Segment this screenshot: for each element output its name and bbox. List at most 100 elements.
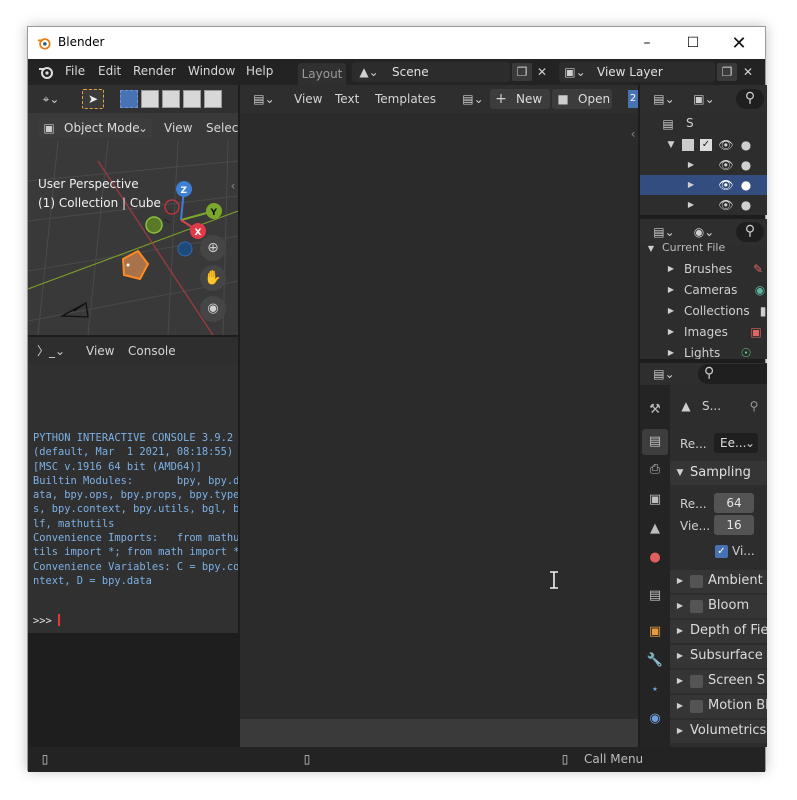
select-invert-icon[interactable] xyxy=(183,90,201,108)
outliner-editor-icon[interactable]: ▤⌄ xyxy=(648,223,680,241)
properties-editor-icon[interactable]: ▤⌄ xyxy=(648,365,680,383)
expand-icon[interactable]: ▶ xyxy=(666,302,676,320)
close-button[interactable]: ✕ xyxy=(716,27,762,59)
select-subtract-icon[interactable] xyxy=(162,90,180,108)
open-text-button[interactable]: ■ Open xyxy=(552,89,612,109)
eye-icon[interactable]: 👁 xyxy=(718,136,734,154)
properties-search-icon[interactable]: ⚲ xyxy=(698,364,767,384)
properties-panel-header[interactable]: ▶ Bloom xyxy=(670,595,767,618)
select-intersect-icon[interactable] xyxy=(204,90,222,108)
tool-tab-icon[interactable]: ⚒ xyxy=(642,397,668,423)
expand-icon[interactable]: ▼ xyxy=(646,240,656,258)
search-icon[interactable]: ⚲ xyxy=(736,222,764,242)
properties-panel-header[interactable]: ▶ Subsurface xyxy=(670,645,767,668)
console-prompt[interactable]: >>> xyxy=(33,614,60,627)
scene-selector[interactable]: ▲⌄ Scene xyxy=(352,62,510,82)
scene-tab-icon[interactable]: ▲ xyxy=(642,516,668,542)
camera-icon[interactable]: ● xyxy=(738,196,754,214)
sidebar-toggle-icon[interactable]: ‹ xyxy=(228,177,238,195)
camera-icon[interactable]: ● xyxy=(738,136,754,154)
search-icon[interactable]: ⚲ xyxy=(736,89,764,109)
properties-panel-header[interactable]: ▶ Screen S xyxy=(670,670,767,693)
particles-tab-icon[interactable]: ⋆ xyxy=(642,677,668,703)
output-tab-icon[interactable]: ⎙ xyxy=(642,457,668,483)
copy-scene-icon[interactable]: ❐ xyxy=(512,63,532,81)
select-tool-icon[interactable]: ➤ xyxy=(82,89,104,109)
render-tab-icon[interactable]: ▤ xyxy=(642,429,668,455)
text-editor-type-icon[interactable]: ▤⌄ xyxy=(248,90,280,108)
panel-checkbox[interactable] xyxy=(690,600,703,613)
eye-icon[interactable]: 👁 xyxy=(718,196,734,214)
properties-panel-header[interactable]: ▶ Ambient xyxy=(670,570,767,593)
expand-icon[interactable]: ▶ xyxy=(666,344,676,359)
properties-editor[interactable]: ▤⌄ ⚲ ⚒ ▤ ⎙ ▣ ▲ ● ▤ ▣ 🔧 ⋆ ◉ ▲ S... ⚲ Re..… xyxy=(640,363,767,747)
object-tab-icon[interactable]: ▣ xyxy=(642,619,668,645)
checkbox-icon[interactable]: ✓ xyxy=(700,139,712,151)
text-editor[interactable]: ▤⌄ View Text Templates ▤⌄ + New ■ Open 2… xyxy=(240,85,638,747)
properties-panel-header[interactable]: ▶ Motion Bl xyxy=(670,695,767,718)
expand-icon[interactable]: ▶ xyxy=(666,323,676,341)
properties-panel-header[interactable]: ▶ Depth of Field xyxy=(670,620,767,643)
viewport-3d[interactable]: ⌖⌄ ➤ ▣ Object Mode ⌄ View Select xyxy=(28,85,238,335)
extra-tab[interactable]: 2 xyxy=(628,90,638,108)
properties-panel-header[interactable]: ▶ Volumetrics xyxy=(670,720,767,743)
list-item[interactable]: ▶ Cameras ◉ xyxy=(640,280,767,301)
remove-view-layer-icon[interactable]: ✕ xyxy=(739,63,757,81)
text-menu-text[interactable]: Text xyxy=(335,92,359,106)
viewport-samples-field[interactable]: 16 xyxy=(714,515,754,535)
modifier-tab-icon[interactable]: 🔧 xyxy=(642,648,668,674)
viewport-denoise-checkbox[interactable]: ✓ xyxy=(715,545,728,558)
menu-render[interactable]: Render xyxy=(133,64,176,78)
viewport-menu-select[interactable]: Select xyxy=(206,121,238,135)
view-layer-selector[interactable]: ▣⌄ View Layer xyxy=(559,62,715,82)
tab-layout[interactable]: Layout xyxy=(298,63,346,85)
eye-icon[interactable]: 👁 xyxy=(718,156,734,174)
text-menu-templates[interactable]: Templates xyxy=(375,92,436,106)
outliner[interactable]: ▤⌄ ▣⌄ ⚲ ▤ S ▼ ✓ 👁 ● ▶ 👁 ● ▶ 👁 ● ▶ 👁 ● xyxy=(640,85,767,215)
render-samples-field[interactable]: 64 xyxy=(714,493,754,513)
blender-menu-icon[interactable] xyxy=(38,64,54,80)
menu-help[interactable]: Help xyxy=(246,64,273,78)
list-item[interactable]: ▶ Brushes ✎ xyxy=(640,259,767,280)
copy-view-layer-icon[interactable]: ❐ xyxy=(717,63,737,81)
outliner-row[interactable]: ▶ 👁 ● xyxy=(640,195,767,215)
panel-checkbox[interactable] xyxy=(690,575,703,588)
text-menu-view[interactable]: View xyxy=(294,92,322,106)
blend-file-mode-icon[interactable]: ◉⌄ xyxy=(688,223,720,241)
display-mode-icon[interactable]: ▣⌄ xyxy=(688,90,720,108)
mode-selector[interactable]: ▣ Object Mode ⌄ xyxy=(38,118,152,138)
text-browse-icon[interactable]: ▤⌄ xyxy=(457,90,489,108)
sampling-panel-header[interactable]: ▼ Sampling xyxy=(670,461,767,485)
list-item[interactable]: ▶ Collections ▮ xyxy=(640,301,767,322)
select-extend-icon[interactable] xyxy=(141,90,159,108)
console-editor-icon[interactable]: 〉_⌄ xyxy=(36,342,66,360)
menu-edit[interactable]: Edit xyxy=(98,64,121,78)
text-sidebar-toggle-icon[interactable]: ‹ xyxy=(628,125,638,143)
menu-window[interactable]: Window xyxy=(188,64,235,78)
blend-file-outliner[interactable]: ▤⌄ ◉⌄ ⚲ ▼ Current File ▶ Brushes ✎ ▶ Cam… xyxy=(640,219,767,359)
expand-icon[interactable]: ▶ xyxy=(686,156,696,174)
maximize-button[interactable]: ☐ xyxy=(670,27,716,59)
zoom-icon[interactable]: ⊕ xyxy=(200,235,226,261)
panel-checkbox[interactable] xyxy=(690,700,703,713)
pin-icon[interactable]: ⚲ xyxy=(746,397,762,415)
console-menu-view[interactable]: View xyxy=(86,344,114,358)
remove-scene-icon[interactable]: ✕ xyxy=(533,63,551,81)
expand-icon[interactable]: ▶ xyxy=(686,196,696,214)
outliner-row-selected[interactable]: ▶ 👁 ● xyxy=(640,175,767,195)
view-layer-tab-icon[interactable]: ▣ xyxy=(642,487,668,513)
expand-icon[interactable]: ▶ xyxy=(666,281,676,299)
list-item[interactable]: ▶ Images ▣ xyxy=(640,322,767,343)
render-engine-select[interactable]: Ee... ⌄ xyxy=(714,433,758,453)
expand-icon[interactable]: ▶ xyxy=(686,176,696,194)
minimize-button[interactable]: – xyxy=(624,27,670,59)
pan-hand-icon[interactable]: ✋ xyxy=(200,265,226,291)
eye-icon[interactable]: 👁 xyxy=(718,176,734,194)
physics-tab-icon[interactable]: ◉ xyxy=(642,706,668,732)
outliner-editor-icon[interactable]: ▤⌄ xyxy=(648,90,680,108)
camera-icon[interactable]: ● xyxy=(738,156,754,174)
viewport-menu-view[interactable]: View xyxy=(164,121,192,135)
world-tab-icon[interactable]: ● xyxy=(642,545,668,571)
outliner-row[interactable]: ▶ 👁 ● xyxy=(640,155,767,175)
editor-type-icon[interactable]: ⌖⌄ xyxy=(36,90,66,108)
